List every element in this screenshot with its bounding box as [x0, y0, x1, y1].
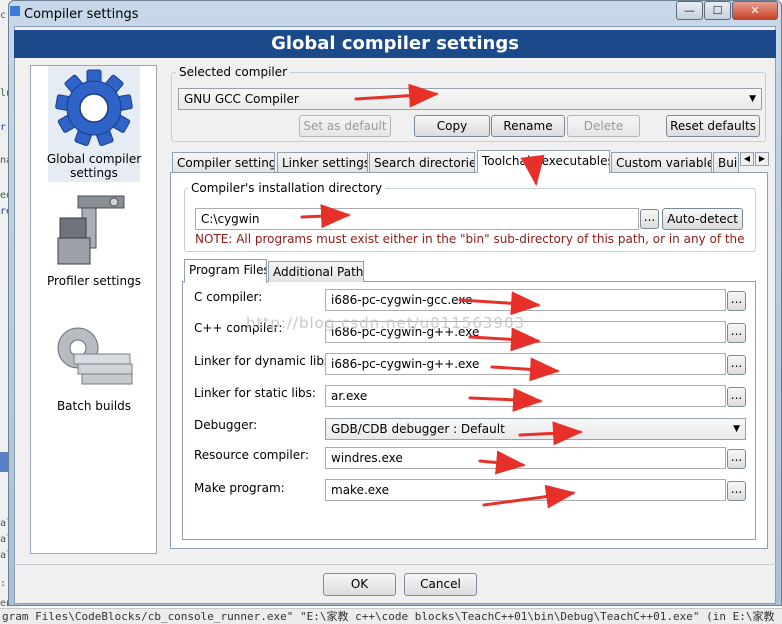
c-compiler-label: C compiler: — [194, 290, 263, 304]
make-program-browse-button[interactable]: ... — [727, 481, 746, 501]
window-title: Compiler settings — [24, 7, 139, 22]
app-icon — [10, 6, 20, 16]
rename-button[interactable]: Rename — [491, 115, 565, 137]
ok-button[interactable]: OK — [323, 573, 396, 596]
tab-toolchain-executables[interactable]: Toolchain executables — [477, 150, 610, 173]
dynamic-linker-label: Linker for dynamic libs: — [194, 354, 335, 368]
tab-program-files[interactable]: Program Files — [184, 259, 267, 283]
compiler-select[interactable]: GNU GCC Compiler ▼ — [178, 88, 762, 110]
sidebar-item-label: Profiler settings — [47, 274, 141, 288]
static-linker-input[interactable]: ar.exe — [325, 385, 726, 407]
make-program-input[interactable]: make.exe — [325, 479, 726, 501]
auto-detect-button[interactable]: Auto-detect — [662, 208, 743, 230]
tab-build-options[interactable]: Bui — [713, 152, 739, 173]
background-text: r — [0, 122, 7, 133]
sidebar-item-global-compiler[interactable]: Global compiler settings — [47, 66, 141, 182]
dynamic-linker-browse-button[interactable]: ... — [727, 355, 746, 375]
install-dir-input[interactable]: C:\cygwin — [195, 208, 639, 230]
reset-defaults-button[interactable]: Reset defaults — [666, 115, 760, 137]
sidebar-item-batch-builds[interactable]: Batch builds — [36, 320, 152, 420]
chevron-down-icon: ▼ — [749, 94, 756, 104]
static-linker-label: Linker for static libs: — [194, 386, 316, 400]
cancel-button[interactable]: Cancel — [404, 573, 477, 596]
resource-compiler-label: Resource compiler: — [194, 448, 309, 462]
sidebar-item-label: Batch builds — [56, 399, 132, 413]
install-dir-label: Compiler's installation directory — [188, 181, 386, 195]
static-linker-browse-button[interactable]: ... — [727, 387, 746, 407]
page-title: Global compiler settings — [14, 30, 776, 58]
c-compiler-browse-button[interactable]: ... — [727, 291, 746, 311]
debugger-label: Debugger: — [194, 418, 258, 432]
tab-linker-settings[interactable]: Linker settings — [277, 152, 368, 173]
chevron-down-icon: ▼ — [733, 424, 740, 434]
debugger-select[interactable]: GDB/CDB debugger : Default ▼ — [325, 418, 746, 440]
resource-compiler-browse-button[interactable]: ... — [727, 449, 746, 469]
debugger-select-value: GDB/CDB debugger : Default — [331, 422, 505, 436]
install-dir-browse-button[interactable]: ... — [640, 209, 659, 229]
compiler-select-value: GNU GCC Compiler — [184, 92, 299, 106]
tab-scroll-right-icon[interactable]: ▶ — [755, 152, 769, 166]
close-button[interactable]: ✕ — [732, 1, 778, 20]
install-dir-note: NOTE: All programs must exist either in … — [195, 232, 745, 246]
sidebar-item-label: Global compiler settings — [46, 152, 142, 180]
profiler-icon — [57, 195, 125, 265]
dynamic-linker-input[interactable]: i686-pc-cygwin-g++.exe — [325, 353, 726, 375]
batch-icon — [57, 327, 133, 385]
cpp-compiler-browse-button[interactable]: ... — [727, 323, 746, 343]
tab-additional-paths[interactable]: Additional Paths — [268, 261, 364, 282]
tab-scroll-left-icon[interactable]: ◀ — [740, 152, 754, 166]
footer-divider — [14, 564, 776, 565]
tab-custom-variables[interactable]: Custom variables — [611, 152, 712, 173]
sidebar-item-profiler[interactable]: Profiler settings — [36, 190, 152, 290]
background-status-line: gram Files\CodeBlocks/cb_console_runner.… — [0, 608, 782, 624]
minimize-button[interactable]: — — [676, 1, 703, 20]
delete-button[interactable]: Delete — [567, 115, 640, 137]
resource-compiler-input[interactable]: windres.exe — [325, 447, 726, 469]
set-as-default-button[interactable]: Set as default — [299, 115, 391, 137]
maximize-button[interactable]: ☐ — [704, 1, 731, 20]
make-program-label: Make program: — [194, 481, 285, 495]
gear-icon — [55, 69, 133, 147]
watermark-text: http://blog.csdn.net/u011563903 — [246, 314, 526, 332]
selected-compiler-label: Selected compiler — [176, 65, 291, 79]
copy-button[interactable]: Copy — [414, 115, 490, 137]
tab-compiler-settings[interactable]: Compiler settings — [172, 152, 275, 173]
tab-search-directories[interactable]: Search directories — [369, 152, 475, 173]
c-compiler-input[interactable]: i686-pc-cygwin-gcc.exe — [325, 289, 726, 311]
